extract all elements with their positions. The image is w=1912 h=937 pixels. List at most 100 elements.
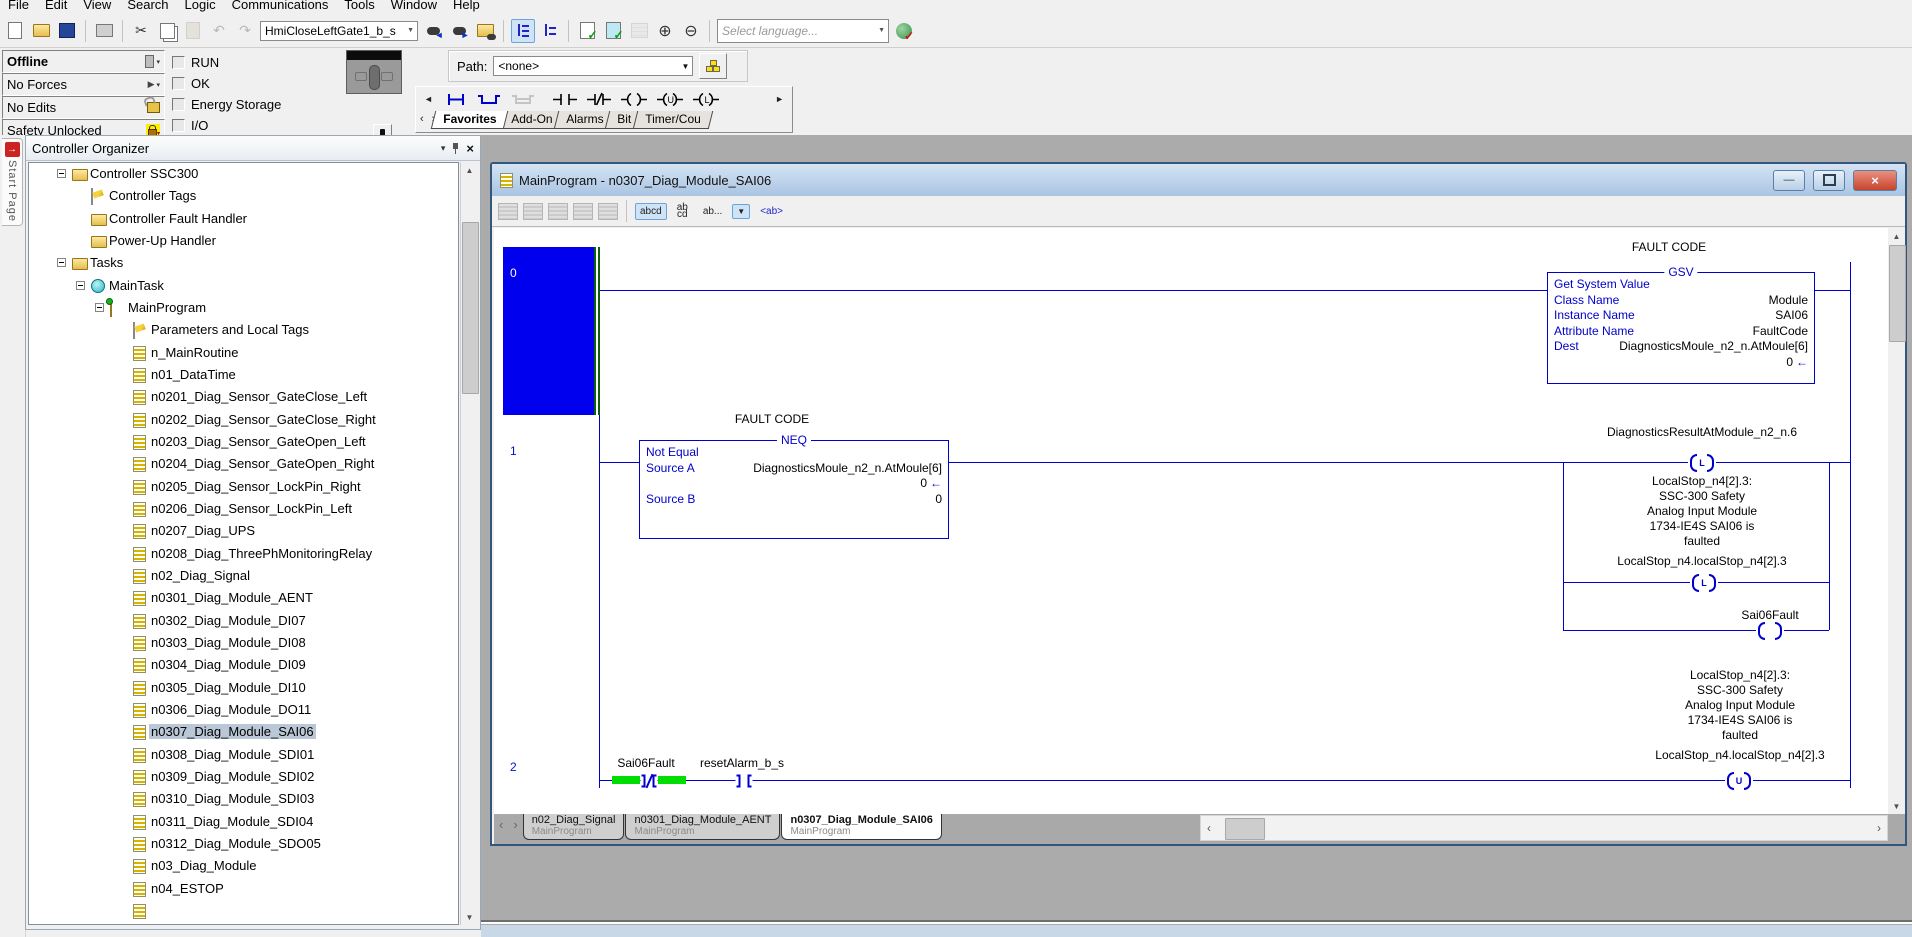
menu-help[interactable]: Help	[445, 0, 488, 11]
routine-tab-n0307_Diag_Module_SAI06[interactable]: n0307_Diag_Module_SAI06MainProgram	[781, 814, 941, 840]
browse-network-button[interactable]	[699, 53, 727, 79]
palette-tabs-left-icon[interactable]: ‹	[416, 111, 428, 127]
new-branch-button[interactable]	[475, 89, 503, 109]
edits-box[interactable]: No Edits	[2, 96, 165, 119]
latch1-tag[interactable]: DiagnosticsResultAtModule_n2_n.6	[1607, 425, 1797, 439]
mode-dropdown-icon[interactable]: ▾	[156, 58, 160, 66]
gsv-instruction[interactable]: GSV Get System Value Class NameModule In…	[1547, 272, 1815, 384]
outline-expand-icon[interactable]	[511, 19, 535, 43]
xic-button[interactable]	[551, 89, 579, 109]
menu-logic[interactable]: Logic	[177, 0, 224, 11]
tree-item-n04_ESTOP[interactable]: n04_ESTOP	[29, 878, 458, 900]
tree-item-Tasks[interactable]: Tasks	[29, 252, 458, 274]
tree-item-n0305_Diag_Module_DI10[interactable]: n0305_Diag_Module_DI10	[29, 677, 458, 699]
xic-contact[interactable]	[736, 775, 753, 788]
otl-coil-2[interactable]: L	[1690, 574, 1718, 592]
tree-item-n0206_Diag_Sensor_LockPin_Left[interactable]: n0206_Diag_Sensor_LockPin_Left	[29, 498, 458, 520]
tag-search-combo[interactable]: HmiCloseLeftGate1_b_s ▼	[260, 21, 418, 41]
tree-item-Controller Fault Handler[interactable]: Controller Fault Handler	[29, 208, 458, 230]
ote-tag[interactable]: Sai06Fault	[1741, 608, 1798, 622]
tree-item-n0205_Diag_Sensor_LockPin_Right[interactable]: n0205_Diag_Sensor_LockPin_Right	[29, 476, 458, 498]
print-icon[interactable]	[93, 20, 115, 42]
tree-item-n0208_Diag_ThreePhMonitoringRelay[interactable]: n0208_Diag_ThreePhMonitoringRelay	[29, 543, 458, 565]
otl-button[interactable]: L	[691, 89, 721, 109]
tree-item-n0201_Diag_Sensor_GateClose_Left[interactable]: n0201_Diag_Sensor_GateClose_Left	[29, 386, 458, 408]
tree-item-n_MainRoutine[interactable]: n_MainRoutine	[29, 342, 458, 364]
latch2-tag[interactable]: LocalStop_n4.localStop_n4[2].3	[1617, 554, 1786, 568]
palette-scroll-right-icon[interactable]: ►	[771, 92, 788, 106]
ladder-view[interactable]: 0 FAULT CODE GSV Get System Value Class …	[494, 228, 1888, 814]
tree-item-Power-Up Handler[interactable]: Power-Up Handler	[29, 230, 458, 252]
ladder-scroll-right-icon[interactable]: ›	[1877, 821, 1881, 835]
search-next-icon[interactable]: ►	[448, 20, 470, 42]
copy-icon[interactable]	[156, 20, 178, 42]
tree-item-n0310_Diag_Module_SDI03[interactable]: n0310_Diag_Module_SDI03	[29, 788, 458, 810]
palette-scroll-left-icon[interactable]: ◄	[420, 92, 437, 106]
tree-item-clipped[interactable]	[29, 900, 458, 922]
tree-expander-icon[interactable]	[57, 169, 66, 178]
tree-item-n0309_Diag_Module_SDI02[interactable]: n0309_Diag_Module_SDI02	[29, 766, 458, 788]
zoom-in-icon[interactable]: ⊕	[654, 20, 676, 42]
routine-window-titlebar[interactable]: MainProgram - n0307_Diag_Module_SAI06 — …	[492, 164, 1905, 196]
forces-dropdown-icon[interactable]: ▾	[156, 81, 160, 89]
tree-item-n0301_Diag_Module_AENT[interactable]: n0301_Diag_Module_AENT	[29, 587, 458, 609]
tree-item-n03_Diag_Module[interactable]: n03_Diag_Module	[29, 855, 458, 877]
tree-item-n0203_Diag_Sensor_GateOpen_Left[interactable]: n0203_Diag_Sensor_GateOpen_Left	[29, 431, 458, 453]
menu-window[interactable]: Window	[383, 0, 445, 11]
tree-expander-icon[interactable]	[95, 303, 104, 312]
ote-coil[interactable]	[1756, 622, 1784, 640]
palette-tab-favorites[interactable]: Favorites	[431, 111, 509, 129]
tree-item-n0308_Diag_Module_SDI01[interactable]: n0308_Diag_Module_SDI01	[29, 744, 458, 766]
cut-icon[interactable]: ✂	[130, 20, 152, 42]
tree-scroll-down-icon[interactable]: ▼	[461, 909, 478, 925]
display-dropdown-icon[interactable]: ▼	[732, 204, 750, 219]
menu-communications[interactable]: Communications	[224, 0, 337, 11]
search-prev-icon[interactable]: ◄	[422, 20, 444, 42]
tree-item-n02_Diag_Signal[interactable]: n02_Diag_Signal	[29, 565, 458, 587]
tree-item-MainProgram[interactable]: MainProgram	[29, 297, 458, 319]
tree-item-n0306_Diag_Module_DO11[interactable]: n0306_Diag_Module_DO11	[29, 699, 458, 721]
tree-item-n0302_Diag_Module_DI07[interactable]: n0302_Diag_Module_DI07	[29, 610, 458, 632]
tree-item-n0304_Diag_Module_DI09[interactable]: n0304_Diag_Module_DI09	[29, 654, 458, 676]
ote-button[interactable]	[619, 89, 649, 109]
xio-contact[interactable]	[641, 775, 658, 788]
close-button[interactable]: ×	[1853, 170, 1897, 191]
tree-item-Parameters and Local Tags[interactable]: Parameters and Local Tags	[29, 319, 458, 341]
unlatch-tag[interactable]: LocalStop_n4.localStop_n4[2].3	[1655, 748, 1824, 762]
tree-item-n0303_Diag_Module_DI08[interactable]: n0303_Diag_Module_DI08	[29, 632, 458, 654]
maximize-button[interactable]	[1813, 170, 1845, 191]
tree-item-n0202_Diag_Sensor_GateClose_Right[interactable]: n0202_Diag_Sensor_GateClose_Right	[29, 409, 458, 431]
tree-expander-icon[interactable]	[57, 258, 66, 267]
language-globe-icon[interactable]: ✓	[893, 20, 915, 42]
path-combo[interactable]: <none> ▼	[493, 56, 693, 76]
tree-item-n0311_Diag_Module_SDI04[interactable]: n0311_Diag_Module_SDI04	[29, 811, 458, 833]
tree-item-n01_DataTime[interactable]: n01_DataTime	[29, 364, 458, 386]
otl-coil-1[interactable]: L	[1688, 454, 1716, 472]
ladder-hscrollbar[interactable]: ‹ ›	[1200, 815, 1888, 841]
tree-scroll-up-icon[interactable]: ▲	[461, 162, 478, 178]
menu-edit[interactable]: Edit	[37, 0, 75, 11]
menu-search[interactable]: Search	[119, 0, 176, 11]
combo-arrow-icon[interactable]: ▼	[407, 27, 414, 34]
ladder-scroll-left-icon[interactable]: ‹	[1207, 821, 1211, 835]
new-icon[interactable]	[4, 20, 26, 42]
save-icon[interactable]	[56, 20, 78, 42]
open-icon[interactable]	[30, 20, 52, 42]
routine-tabs-right-icon[interactable]: ›	[508, 814, 522, 835]
new-rung-button[interactable]	[443, 89, 469, 109]
pin-icon[interactable]	[451, 143, 460, 154]
language-combo[interactable]: Select language... ▼	[717, 19, 889, 43]
toggle-descriptions-button[interactable]: ab...	[698, 203, 727, 220]
menu-tools[interactable]: Tools	[336, 0, 382, 11]
menu-view[interactable]: View	[75, 0, 119, 11]
otu-button[interactable]: U	[655, 89, 685, 109]
tree-item-Controller Tags[interactable]: Controller Tags	[29, 185, 458, 207]
tab-start-page[interactable]: → Start Page	[2, 138, 23, 226]
tree-scrollbar[interactable]: ▲ ▼	[460, 162, 478, 925]
tree-item-Controller SSC300[interactable]: Controller SSC300	[29, 163, 458, 185]
toggle-tag-names-button[interactable]: abcd	[635, 203, 667, 220]
xic-tag[interactable]: resetAlarm_b_s	[700, 756, 784, 770]
verify-routine-icon[interactable]: ✓	[576, 20, 598, 42]
minimize-button[interactable]: —	[1773, 170, 1805, 191]
organizer-menu-icon[interactable]: ▾	[441, 143, 446, 154]
